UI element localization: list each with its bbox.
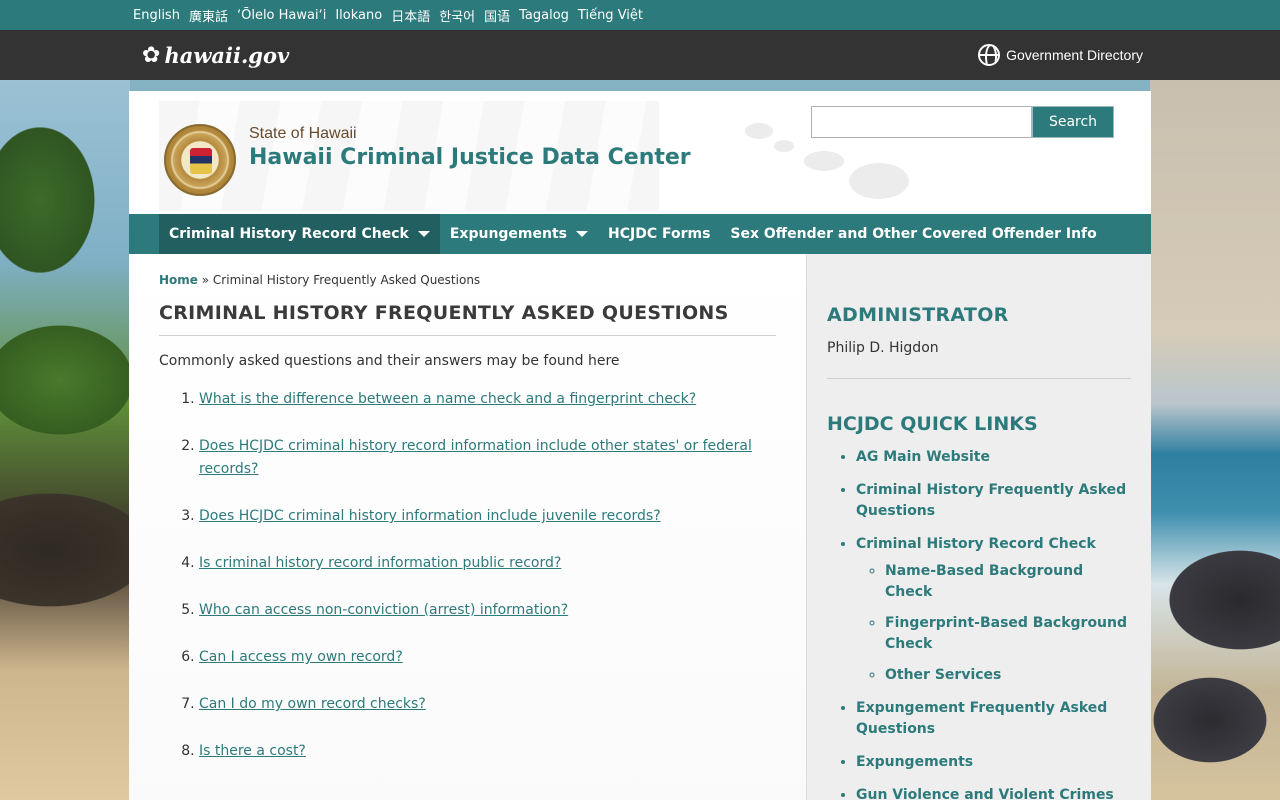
faq-link-other-states-records[interactable]: Does HCJDC criminal history record infor…	[199, 438, 752, 477]
faq-item: Can I do my own record checks?	[199, 693, 776, 716]
quick-link-sublist: Name-Based Background Check Fingerprint-…	[856, 561, 1131, 686]
faq-link-public-record[interactable]: Is criminal history record information p…	[199, 555, 561, 571]
intro-text: Commonly asked questions and their answe…	[159, 353, 620, 369]
quick-link-expungements[interactable]: Expungements	[856, 754, 973, 770]
quick-link-ag-main[interactable]: AG Main Website	[856, 449, 990, 465]
government-directory-link[interactable]: Government Directory	[978, 44, 1143, 66]
breadcrumb-separator: »	[197, 273, 213, 287]
language-bar: English 廣東話 ʻŌlelo Hawaiʻi Ilokano 日本語 한…	[0, 0, 1280, 30]
language-link-ilokano[interactable]: Ilokano	[335, 8, 382, 23]
quick-link-criminal-history-faq[interactable]: Criminal History Frequently Asked Questi…	[856, 482, 1126, 519]
quick-links-list: AG Main Website Criminal History Frequen…	[827, 447, 1131, 800]
language-link-korean[interactable]: 한국어	[439, 6, 475, 25]
site-name: Hawaii Criminal Justice Data Center	[249, 145, 691, 170]
quick-link-other-services[interactable]: Other Services	[885, 667, 1001, 683]
faq-link-name-vs-fingerprint[interactable]: What is the difference between a name ch…	[199, 391, 696, 407]
quick-link-gun-violence[interactable]: Gun Violence and Violent Crimes	[856, 787, 1114, 800]
faq-item: What is the difference between a name ch…	[199, 388, 776, 411]
quick-link-subitem: Name-Based Background Check	[885, 561, 1131, 603]
quick-link-fingerprint-based-check[interactable]: Fingerprint-Based Background Check	[885, 615, 1127, 652]
nav-item-label: Sex Offender and Other Covered Offender …	[730, 226, 1097, 242]
faq-list: What is the difference between a name ch…	[159, 388, 776, 763]
quick-link-item: Criminal History Record Check Name-Based…	[856, 534, 1131, 686]
administrator-name: Philip D. Higdon	[827, 340, 1131, 379]
nav-item-expungements[interactable]: Expungements	[440, 214, 598, 254]
search-input[interactable]	[811, 106, 1032, 138]
hibiscus-icon: ✿	[142, 42, 161, 67]
search-form: Search	[811, 106, 1114, 138]
quick-link-name-based-check[interactable]: Name-Based Background Check	[885, 563, 1083, 600]
page-container: State of Hawaii Hawaii Criminal Justice …	[129, 91, 1151, 800]
main-nav: Criminal History Record Check Expungemen…	[129, 214, 1151, 254]
faq-item: Is criminal history record information p…	[199, 552, 776, 575]
gov-bar: ✿ hawaii.gov Government Directory	[0, 30, 1280, 80]
language-link-hawaiian[interactable]: ʻŌlelo Hawaiʻi	[237, 8, 326, 23]
language-link-mandarin[interactable]: 国语	[484, 6, 510, 25]
quick-link-item: Expungements	[856, 752, 1131, 773]
sidebar: ADMINISTRATOR Philip D. Higdon HCJDC QUI…	[806, 254, 1151, 800]
faq-link-juvenile-records[interactable]: Does HCJDC criminal history information …	[199, 508, 661, 524]
nav-item-hcjdc-forms[interactable]: HCJDC Forms	[598, 214, 720, 254]
nav-item-label: HCJDC Forms	[608, 226, 711, 242]
government-directory-label: Government Directory	[1006, 47, 1143, 63]
dropdown-caret-icon	[576, 231, 588, 237]
quick-links-heading: HCJDC QUICK LINKS	[827, 413, 1038, 435]
quick-link-item: Criminal History Frequently Asked Questi…	[856, 480, 1131, 522]
faq-link-non-conviction-access[interactable]: Who can access non-conviction (arrest) i…	[199, 602, 568, 618]
quick-link-subitem: Fingerprint-Based Background Check	[885, 613, 1131, 655]
faq-item: Who can access non-conviction (arrest) i…	[199, 599, 776, 622]
page-title: CRIMINAL HISTORY FREQUENTLY ASKED QUESTI…	[159, 302, 776, 336]
site-header: State of Hawaii Hawaii Criminal Justice …	[129, 91, 1151, 214]
background-scenery-left	[0, 80, 130, 800]
breadcrumb-current: Criminal History Frequently Asked Questi…	[212, 273, 481, 287]
faq-item: Can I access my own record?	[199, 646, 776, 669]
faq-link-own-record[interactable]: Can I access my own record?	[199, 649, 403, 665]
hawaii-gov-logo[interactable]: ✿ hawaii.gov	[142, 43, 289, 68]
site-state-label: State of Hawaii	[249, 125, 357, 142]
language-link-tagalog[interactable]: Tagalog	[519, 8, 569, 23]
language-link-japanese[interactable]: 日本語	[391, 6, 430, 25]
quick-link-item: AG Main Website	[856, 447, 1131, 468]
state-seal-logo[interactable]	[164, 124, 236, 196]
language-link-vietnamese[interactable]: Tiếng Việt	[578, 8, 643, 23]
faq-link-cost[interactable]: Is there a cost?	[199, 743, 306, 759]
main-content: Home » Criminal History Frequently Asked…	[129, 254, 806, 800]
quick-link-expungement-faq[interactable]: Expungement Frequently Asked Questions	[856, 700, 1107, 737]
quick-link-subitem: Other Services	[885, 665, 1131, 686]
faq-item: Does HCJDC criminal history information …	[199, 505, 776, 528]
site-title[interactable]: State of Hawaii Hawaii Criminal Justice …	[249, 125, 691, 170]
nav-item-criminal-history-record-check[interactable]: Criminal History Record Check	[159, 214, 440, 254]
language-link-cantonese[interactable]: 廣東話	[189, 6, 228, 25]
faq-item: Is there a cost?	[199, 740, 776, 763]
language-link-english[interactable]: English	[133, 8, 180, 23]
dropdown-caret-icon	[417, 231, 430, 237]
quick-link-item: Gun Violence and Violent Crimes	[856, 785, 1131, 800]
quick-link-item: Expungement Frequently Asked Questions	[856, 698, 1131, 740]
faq-link-own-record-checks[interactable]: Can I do my own record checks?	[199, 696, 426, 712]
nav-item-label: Criminal History Record Check	[169, 226, 409, 242]
background-scenery-right	[1150, 80, 1280, 800]
breadcrumb: Home » Criminal History Frequently Asked…	[159, 273, 776, 287]
search-button[interactable]: Search	[1032, 106, 1114, 138]
content-area: Home » Criminal History Frequently Asked…	[129, 254, 1151, 800]
breadcrumb-home-link[interactable]: Home	[159, 273, 198, 287]
hawaii-gov-logo-text: hawaii.gov	[164, 42, 290, 68]
administrator-heading: ADMINISTRATOR	[827, 304, 1009, 326]
seal-shield	[190, 148, 212, 174]
quick-link-record-check[interactable]: Criminal History Record Check	[856, 536, 1096, 552]
nav-item-label: Expungements	[449, 226, 567, 242]
faq-item: Does HCJDC criminal history record infor…	[199, 435, 776, 481]
globe-icon	[978, 44, 1001, 66]
nav-item-sex-offender-info[interactable]: Sex Offender and Other Covered Offender …	[720, 214, 1106, 254]
